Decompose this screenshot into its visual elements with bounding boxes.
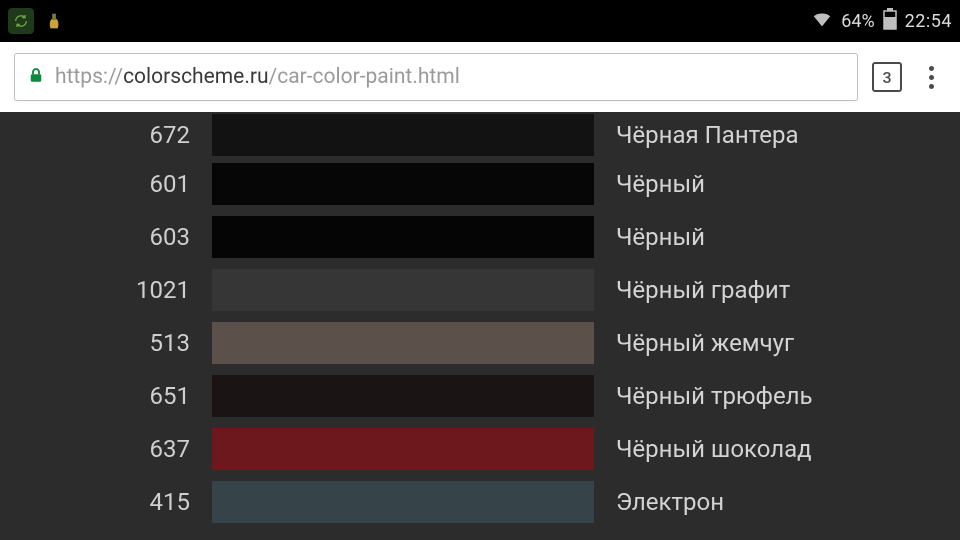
status-bar-right: 64% 22:54 — [811, 8, 952, 35]
color-row: 1021 Чёрный графит — [0, 263, 960, 316]
color-code: 603 — [0, 223, 212, 251]
wifi-icon — [811, 8, 833, 35]
color-name: Электрон — [594, 488, 960, 516]
color-name: Чёрный трюфель — [594, 382, 960, 410]
color-row: 637 Чёрный шоколад — [0, 422, 960, 475]
battery-icon — [883, 8, 897, 35]
color-name: Чёрная Пантера — [594, 121, 960, 149]
color-name: Чёрный жемчуг — [594, 329, 960, 357]
url-scheme: https:// — [55, 65, 123, 89]
page-content[interactable]: 672 Чёрная Пантера 601 Чёрный 603 Чёрный 1021 Ч… — [0, 112, 960, 540]
color-swatch — [212, 114, 594, 156]
tab-count-button[interactable]: 3 — [872, 62, 902, 92]
android-status-bar: 64% 22:54 — [0, 0, 960, 42]
color-row: 601 Чёрный — [0, 157, 960, 210]
color-code: 672 — [0, 121, 212, 149]
color-name: Чёрный — [594, 223, 960, 251]
color-code: 601 — [0, 170, 212, 198]
lock-icon — [27, 66, 45, 88]
address-bar[interactable]: https://colorscheme.ru/car-color-paint.h… — [14, 53, 858, 101]
url-path: /car-color-paint.html — [269, 65, 460, 89]
color-swatch — [212, 163, 594, 205]
url-text: https://colorscheme.ru/car-color-paint.h… — [55, 65, 845, 89]
color-name: Чёрный — [594, 170, 960, 198]
clock: 22:54 — [905, 11, 952, 32]
browser-toolbar: https://colorscheme.ru/car-color-paint.h… — [0, 42, 960, 112]
color-name: Чёрный шоколад — [594, 435, 960, 463]
overflow-menu-button[interactable] — [916, 66, 946, 89]
color-code: 1021 — [0, 276, 212, 304]
color-swatch — [212, 216, 594, 258]
color-code: 513 — [0, 329, 212, 357]
color-row: 513 Чёрный жемчуг — [0, 316, 960, 369]
color-swatch — [212, 481, 594, 523]
color-code: 637 — [0, 435, 212, 463]
color-row: 672 Чёрная Пантера — [0, 112, 960, 157]
color-swatch — [212, 322, 594, 364]
color-name: Чёрный графит — [594, 276, 960, 304]
color-swatch — [212, 375, 594, 417]
color-code: 651 — [0, 382, 212, 410]
status-bar-left — [8, 8, 68, 34]
battery-percent: 64% — [841, 11, 874, 32]
color-swatch — [212, 428, 594, 470]
color-row: 415 Электрон — [0, 475, 960, 528]
color-row: 603 Чёрный — [0, 210, 960, 263]
app-icon-recycle — [8, 8, 34, 34]
color-code: 415 — [0, 488, 212, 516]
app-icon-brush — [42, 8, 68, 34]
url-host: colorscheme.ru — [123, 65, 268, 89]
color-row: 651 Чёрный трюфель — [0, 369, 960, 422]
color-swatch — [212, 269, 594, 311]
tab-count: 3 — [882, 68, 891, 87]
